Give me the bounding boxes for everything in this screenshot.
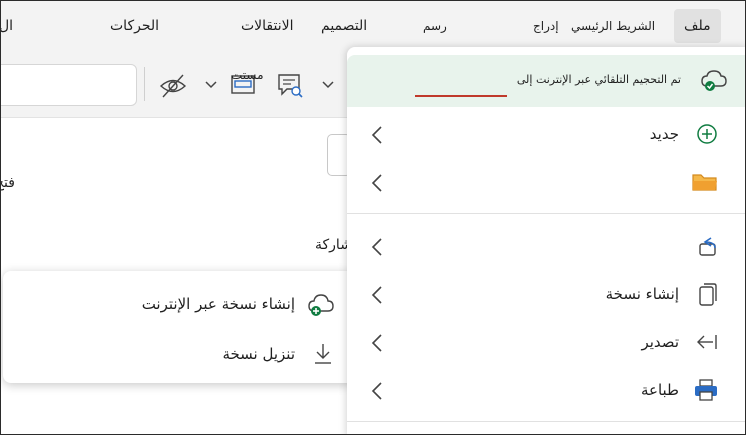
menu-item-create-copy[interactable]: إنشاء نسخة (347, 273, 745, 317)
menu-divider (347, 421, 745, 422)
toolbar-partial-label: مستت (231, 68, 264, 82)
menu-item-open[interactable] (347, 161, 745, 205)
copy-icon (699, 283, 717, 306)
tab-animations[interactable]: الحركات (110, 9, 159, 43)
chevron-left-icon (371, 126, 382, 144)
background-open-partial: فتح (1, 175, 15, 191)
chevron-left-icon (371, 174, 382, 192)
printer-icon (695, 379, 717, 401)
share-arrow-icon (699, 237, 716, 256)
chevron-left-icon (371, 334, 382, 352)
menu-divider (347, 213, 745, 214)
create-online-copy-item[interactable]: إنشاء نسخة عبر الإنترنت (3, 285, 355, 325)
cloud-check-icon (701, 70, 727, 91)
chevron-left-icon (371, 238, 382, 256)
tab-file[interactable]: ملف (674, 9, 721, 43)
menu-item-print[interactable]: طباعة (347, 369, 745, 413)
tab-slideshow[interactable]: ال (1, 9, 13, 43)
menu-item-share[interactable] (347, 225, 745, 269)
app-window: ملف الشريط الرئيسي إدراج رسم التصميم الا… (0, 0, 746, 435)
download-copy-label: تنزيل نسخة (222, 345, 295, 363)
banner-location-underline (415, 95, 507, 97)
hide-eye-icon[interactable] (159, 73, 187, 99)
menu-item-new-label: جديد (649, 125, 679, 143)
tab-insert[interactable]: إدراج (533, 9, 559, 43)
tab-transitions[interactable]: الانتقالات (241, 9, 294, 43)
menu-item-export[interactable]: تصدير (347, 321, 745, 365)
tab-draw[interactable]: رسم (423, 9, 447, 43)
add-circle-icon (697, 124, 717, 144)
menu-item-export-label: تصدير (641, 333, 679, 351)
menu-item-create-copy-label: إنشاء نسخة (605, 285, 679, 303)
file-menu-panel: تم التحجيم التلقائي عبر الإنترنت إلى جدي… (347, 47, 745, 434)
menu-item-new[interactable]: جديد (347, 113, 745, 157)
export-arrow-icon (697, 335, 717, 349)
menu-item-print-label: طباعة (640, 381, 679, 399)
create-online-copy-label: إنشاء نسخة عبر الإنترنت (141, 295, 295, 313)
autosave-banner-text: تم التحجيم التلقائي عبر الإنترنت إلى (516, 73, 681, 86)
cloud-add-icon (308, 294, 334, 316)
chevron-left-icon (371, 382, 382, 400)
tab-home[interactable]: الشريط الرئيسي (571, 9, 655, 43)
download-copy-item[interactable]: تنزيل نسخة (3, 335, 355, 375)
comment-search-icon[interactable] (275, 71, 305, 99)
autosave-banner: تم التحجيم التلقائي عبر الإنترنت إلى (347, 55, 745, 107)
ribbon-tab-bar: ملف الشريط الرئيسي إدراج رسم التصميم الا… (1, 1, 745, 51)
chevron-left-icon (371, 286, 382, 304)
toolbar-input-box[interactable] (1, 64, 137, 106)
chevron-down-icon[interactable] (321, 80, 335, 90)
tab-design[interactable]: التصميم (321, 9, 367, 43)
toolbar-separator (144, 67, 145, 101)
download-icon (315, 344, 331, 364)
share-submenu-popup: إنشاء نسخة عبر الإنترنت تنزيل نسخة (3, 271, 355, 383)
chevron-down-icon[interactable] (204, 80, 218, 90)
folder-icon (692, 174, 717, 191)
